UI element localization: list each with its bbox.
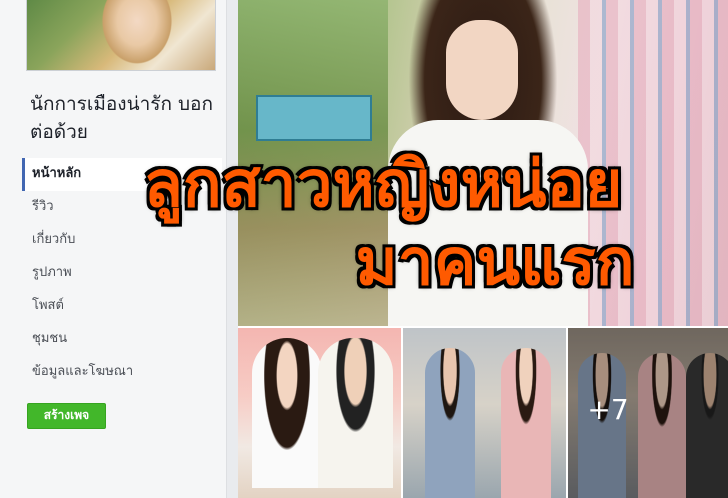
cover-person-face xyxy=(446,20,518,120)
overlay-headline-line-1: ลูกสาวหญิงหน่อย xyxy=(143,148,623,222)
thumbnail-person xyxy=(501,348,551,498)
photo-thumbnail[interactable] xyxy=(403,328,566,498)
create-page-button[interactable]: สร้างเพจ xyxy=(27,403,106,429)
thumbnail-person xyxy=(425,348,475,498)
nav-item-community[interactable]: ชุมชน xyxy=(22,323,222,356)
cover-sign xyxy=(256,95,372,141)
thumbnail-person xyxy=(252,338,322,488)
more-photos-count[interactable]: +7 xyxy=(578,390,638,430)
overlay-headline-line-2: มาคนแรก xyxy=(355,226,635,300)
profile-picture[interactable] xyxy=(26,0,216,71)
nav-item-info-and-ads[interactable]: ข้อมูลและโฆษณา xyxy=(22,356,222,389)
page-name[interactable]: นักการเมืองน่ารัก บอกต่อด้วย xyxy=(30,90,220,146)
profile-photo-person xyxy=(97,0,177,70)
photo-thumbnails: +7 xyxy=(238,328,728,498)
thumbnail-person xyxy=(318,338,393,488)
nav-item-posts[interactable]: โพสต์ xyxy=(22,290,222,323)
nav-item-photos[interactable]: รูปภาพ xyxy=(22,257,222,290)
nav-item-about[interactable]: เกี่ยวกับ xyxy=(22,224,222,257)
photo-thumbnail[interactable] xyxy=(238,328,401,498)
left-sidebar: นักการเมืองน่ารัก บอกต่อด้วย หน้าหลัก รี… xyxy=(0,0,227,498)
